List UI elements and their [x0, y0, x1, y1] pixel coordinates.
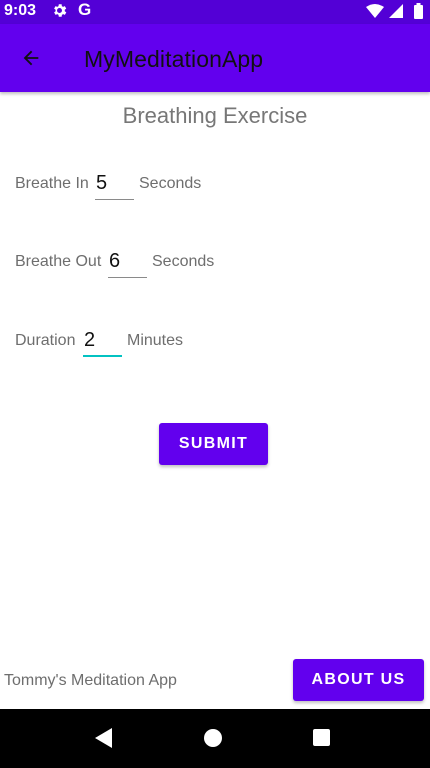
signal-icon — [389, 4, 403, 18]
nav-home-icon[interactable] — [204, 729, 222, 747]
nav-back-icon[interactable] — [94, 727, 114, 749]
nav-recents-icon[interactable] — [313, 729, 330, 746]
status-bar: 9:03 G — [0, 0, 430, 24]
back-button[interactable] — [14, 40, 50, 76]
breathe-in-input[interactable]: 5 — [95, 170, 134, 200]
breathe-out-unit: Seconds — [152, 253, 215, 270]
battery-icon — [414, 3, 423, 19]
breathe-out-input[interactable]: 6 — [108, 248, 147, 278]
wifi-icon — [366, 4, 384, 18]
breathe-in-unit: Seconds — [139, 175, 202, 192]
about-us-button[interactable]: ABOUT US — [293, 659, 424, 701]
breathe-out-label: Breathe Out — [15, 253, 102, 270]
breathe-in-label: Breathe In — [15, 175, 89, 192]
google-icon: G — [78, 0, 92, 19]
app-bar: MyMeditationApp — [0, 24, 430, 92]
screen: 9:03 G MyMeditationApp Breathing Exercis… — [0, 0, 430, 768]
status-time: 9:03 — [4, 2, 37, 19]
duration-unit: Minutes — [127, 332, 184, 349]
footer-text: Tommy's Meditation App — [4, 672, 177, 689]
app-title: MyMeditationApp — [84, 46, 264, 72]
gear-icon — [54, 4, 67, 17]
submit-button[interactable]: SUBMIT — [159, 423, 268, 465]
navigation-bar — [0, 709, 430, 768]
duration-label: Duration — [15, 332, 76, 349]
duration-input[interactable]: 2 — [83, 327, 122, 357]
arrow-back-icon — [23, 50, 39, 66]
page-title: Breathing Exercise — [122, 103, 308, 128]
